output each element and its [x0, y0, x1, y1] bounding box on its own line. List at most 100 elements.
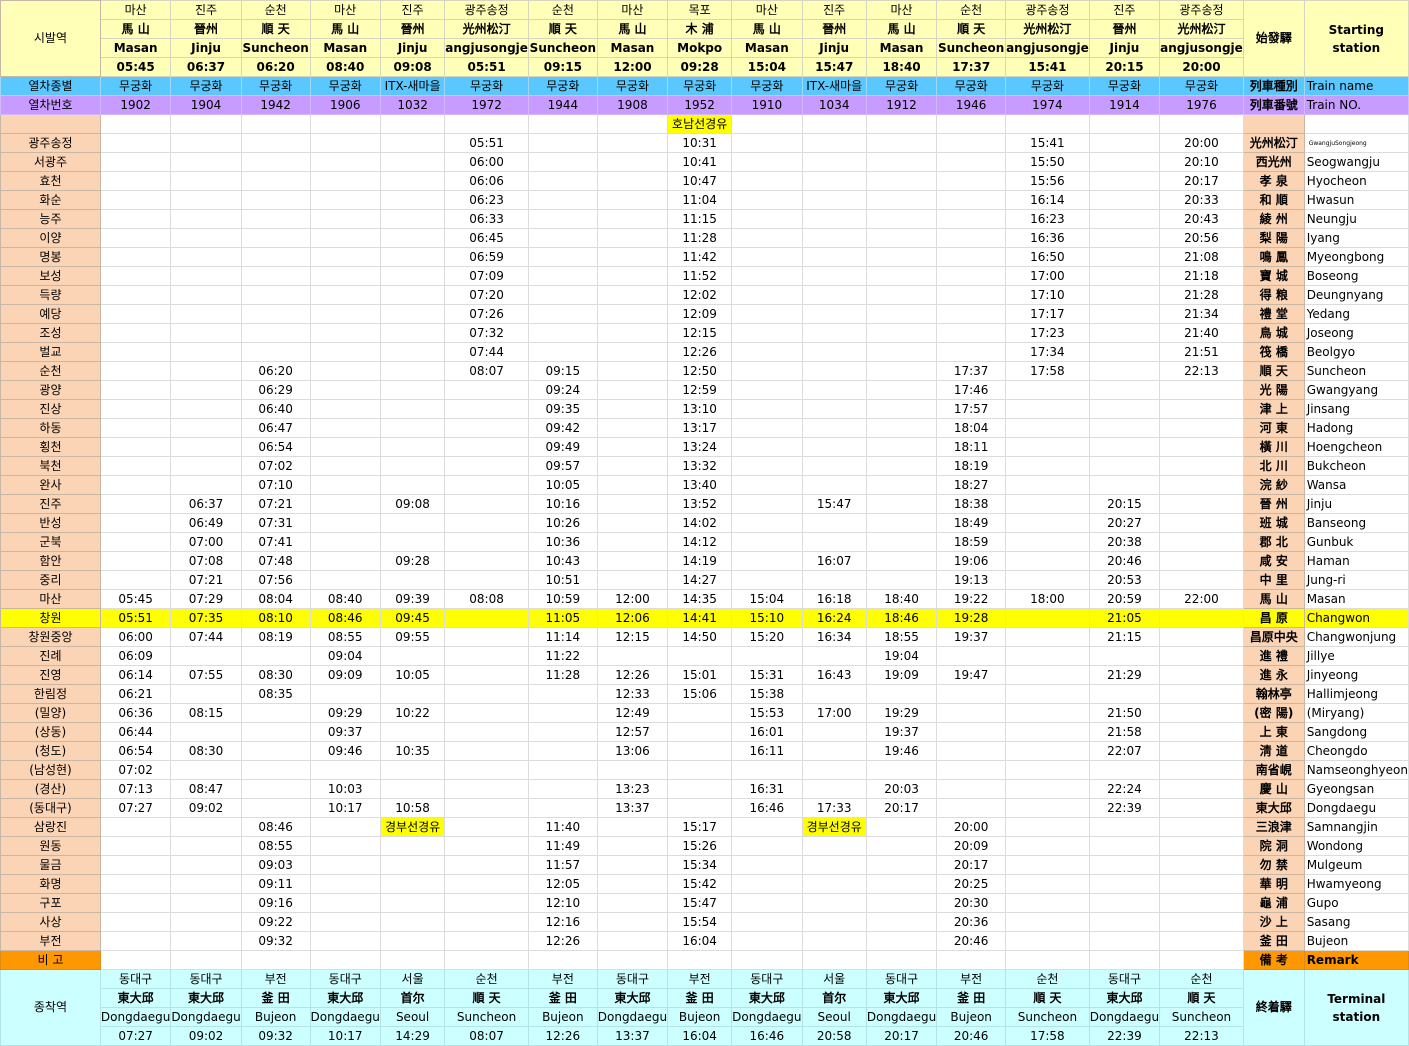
time-cell: [379, 836, 446, 856]
time-cell: [240, 342, 311, 362]
train-kind-cell: 무궁화: [731, 76, 803, 96]
time-cell: [170, 209, 242, 229]
time-cell: [99, 570, 172, 590]
time-cell: 17:10: [1005, 285, 1090, 305]
time-cell: [379, 247, 446, 267]
time-cell: [309, 570, 381, 590]
time-cell: [801, 855, 867, 875]
time-cell: [527, 133, 598, 153]
time-cell: 15:42: [667, 874, 733, 894]
time-cell: [936, 722, 1007, 742]
time-cell: [1005, 551, 1090, 571]
time-cell: 19:46: [865, 741, 938, 761]
station-name-hanja: 北 川: [1242, 456, 1305, 476]
remark-cell: [379, 950, 446, 970]
time-cell: [1005, 665, 1090, 685]
terminal-station-label-en: Terminal station: [1303, 969, 1409, 1046]
time-cell: [731, 475, 803, 495]
station-name-en: Hwasun: [1303, 190, 1409, 210]
terminal-hj-cell: 順 天: [444, 988, 529, 1008]
time-cell: [1159, 437, 1244, 457]
terminal-en-cell: Suncheon: [1005, 1007, 1090, 1027]
terminal-time-cell: 22:13: [1159, 1026, 1244, 1046]
time-cell: 07:55: [170, 665, 242, 685]
time-cell: [731, 399, 803, 419]
time-cell: 20:36: [936, 912, 1007, 932]
train-kind-cell: 무궁화: [1005, 76, 1090, 96]
time-cell: 09:22: [240, 912, 311, 932]
time-cell: 07:26: [444, 304, 529, 324]
time-cell: [170, 190, 242, 210]
train-kind-cell: 무궁화: [865, 76, 938, 96]
time-cell: [527, 209, 598, 229]
time-cell: [801, 532, 867, 552]
time-cell: 13:37: [596, 798, 669, 818]
station-name-ko: 창원중앙: [0, 627, 101, 647]
station-name-en: Boseong: [1303, 266, 1409, 286]
time-cell: [379, 323, 446, 343]
station-name-hanja: 津 上: [1242, 399, 1305, 419]
time-cell: [936, 760, 1007, 780]
time-cell: 20:33: [1159, 190, 1244, 210]
time-cell: 07:10: [240, 475, 311, 495]
time-cell: [936, 342, 1007, 362]
time-cell: [240, 247, 311, 267]
time-cell: 17:37: [936, 361, 1007, 381]
time-cell: [527, 152, 598, 172]
time-cell: [596, 532, 669, 552]
time-cell: [1005, 646, 1090, 666]
time-cell: 09:37: [309, 722, 381, 742]
train-kind-row: 열차종별 무궁화 무궁화 무궁화 무궁화 ITX-새마을 무궁화 무궁화 무궁화 무궁화 무궁화 IT…: [0, 76, 1409, 96]
time-cell: [1088, 209, 1161, 229]
station-name-hanja: 和 順: [1242, 190, 1305, 210]
station-row: 벌교 07:44 12:26 17:34 21:51 筏 橋 Beolgyo: [0, 342, 1409, 362]
time-cell: [801, 152, 867, 172]
time-cell: [170, 304, 242, 324]
time-cell: 16:36: [1005, 228, 1090, 248]
time-cell: 10:05: [527, 475, 598, 495]
time-cell: 08:40: [309, 589, 381, 609]
train-kind-cell: 무궁화: [99, 76, 172, 96]
time-cell: [1088, 399, 1161, 419]
time-cell: 09:57: [527, 456, 598, 476]
time-cell: [99, 912, 172, 932]
time-cell: [99, 304, 172, 324]
train-number-label-en: Train NO.: [1303, 95, 1409, 115]
time-cell: [801, 209, 867, 229]
time-cell: [936, 285, 1007, 305]
time-cell: 17:58: [1005, 361, 1090, 381]
start-en-cell: Suncheon: [240, 38, 311, 58]
time-cell: 18:19: [936, 456, 1007, 476]
time-cell: 13:40: [667, 475, 733, 495]
time-cell: [1088, 418, 1161, 438]
time-cell: 22:24: [1088, 779, 1161, 799]
station-name-hanja: 得 粮: [1242, 285, 1305, 305]
time-cell: [99, 475, 172, 495]
time-cell: [801, 931, 867, 951]
train-number-cell: 1976: [1159, 95, 1244, 115]
time-cell: [444, 437, 529, 457]
time-cell: [309, 475, 381, 495]
station-row: 창원 05:51 07:35 08:10 08:46 09:45 11:05 12:06 14:…: [0, 608, 1409, 628]
station-row: 부전 09:32 12:26 16:04 20:46 釜 田 Bujeon: [0, 931, 1409, 951]
time-cell: 21:05: [1088, 608, 1161, 628]
time-cell: 06:14: [99, 665, 172, 685]
time-cell: [865, 532, 938, 552]
terminal-en-cell: Dongdaegu: [731, 1007, 803, 1027]
time-cell: [596, 247, 669, 267]
time-cell: [309, 380, 381, 400]
station-name-en: Haman: [1303, 551, 1409, 571]
time-cell: [379, 456, 446, 476]
time-cell: 16:24: [801, 608, 867, 628]
terminal-time-cell: 13:37: [596, 1026, 669, 1046]
time-cell: [1088, 266, 1161, 286]
time-cell: 20:46: [1088, 551, 1161, 571]
time-cell: [527, 304, 598, 324]
time-cell: [99, 247, 172, 267]
station-name-ko: 광주송정: [0, 133, 101, 153]
station-row: 효천 06:06 10:47 15:56 20:17 孝 泉 Hyocheon: [0, 171, 1409, 191]
remark-row: 비 고 備 考 Remark: [0, 950, 1409, 970]
train-kind-cell: 무궁화: [667, 76, 733, 96]
start-ko-cell: 마산: [309, 0, 381, 20]
time-cell: [801, 171, 867, 191]
